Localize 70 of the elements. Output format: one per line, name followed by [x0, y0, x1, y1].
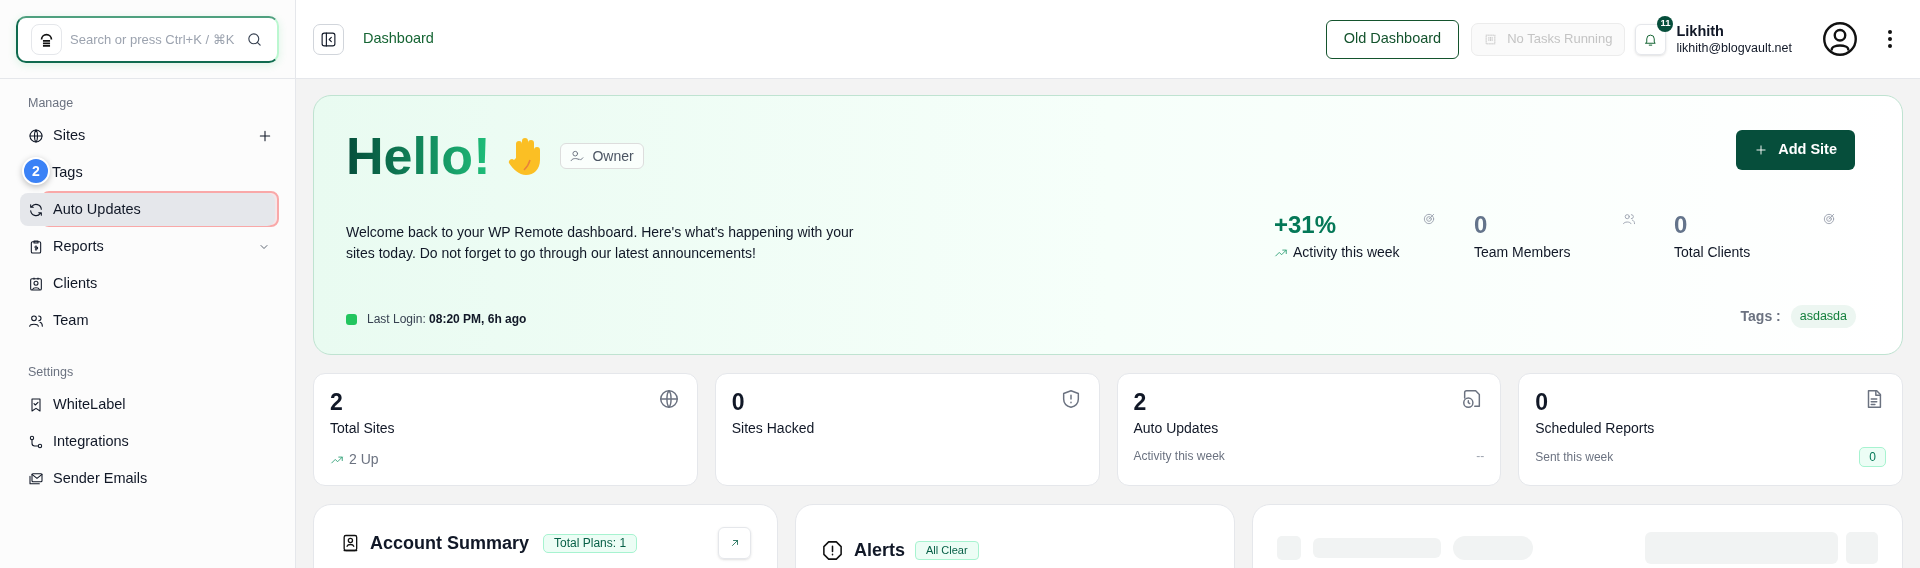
- search-field[interactable]: Search or press Ctrl+K / ⌘K: [16, 16, 279, 63]
- sidebar-item[interactable]: Integrations: [20, 425, 275, 458]
- add-site-button[interactable]: Add Site: [1736, 130, 1855, 170]
- card-value: 2: [330, 388, 343, 416]
- branch-icon: [28, 433, 44, 450]
- id-badge-icon: [28, 275, 44, 292]
- last-login-text: Last Login: 08:20 PM, 6h ago: [367, 311, 527, 328]
- role-badge: Owner: [560, 143, 644, 169]
- plus-icon: [1754, 143, 1769, 157]
- report-icon: [28, 238, 44, 255]
- more-options-button[interactable]: [1886, 29, 1894, 49]
- card-footer: 2 Up: [349, 449, 379, 470]
- user-email: likhith@blogvault.net: [1676, 40, 1792, 56]
- count-badge: 0: [1859, 447, 1886, 467]
- card-footer: Activity this week: [1133, 447, 1225, 465]
- bookmark-check-icon: [28, 396, 44, 413]
- search-icon: [246, 31, 263, 48]
- old-dashboard-button[interactable]: Old Dashboard: [1325, 19, 1460, 59]
- plans-badge: Total Plans: 1: [543, 533, 638, 553]
- card-label: Scheduled Reports: [1535, 419, 1656, 437]
- users-icon: [28, 312, 44, 329]
- section-heading: Settings: [27, 364, 75, 381]
- sidebar-item[interactable]: Auto Updates: [20, 193, 275, 226]
- stat-value: 0: [1474, 210, 1488, 240]
- welcome-message: Welcome back to your WP Remote dashboard. Here's what's happening with your sites today. Do not forget to go through our latest announcements!: [346, 223, 855, 263]
- stat-value: 0: [1674, 210, 1688, 240]
- target-icon: [1822, 212, 1836, 226]
- card-value: 0: [731, 388, 745, 416]
- alert-octagon-icon: [821, 539, 844, 562]
- users-icon: [1622, 212, 1636, 226]
- step-badge: 2: [22, 157, 50, 185]
- card-footer: Sent this week: [1535, 448, 1614, 466]
- notification-count: 11: [1657, 15, 1674, 32]
- sidebar-item[interactable]: Clients: [20, 267, 275, 300]
- card-title: Alerts: [854, 539, 906, 562]
- sidebar-item[interactable]: WhiteLabel: [20, 388, 275, 421]
- sidebar-item[interactable]: Team: [20, 304, 275, 337]
- sidebar-toggle-button[interactable]: [313, 23, 344, 55]
- target-icon: [1422, 212, 1436, 226]
- tags-label: Tags :: [1740, 307, 1781, 326]
- sidebar-panel-icon: [320, 30, 337, 48]
- card-aside: --: [1476, 448, 1485, 465]
- sidebar-item[interactable]: Sites: [20, 119, 275, 152]
- sidebar-item[interactable]: Sender Emails: [20, 462, 275, 495]
- stat-value: +31%: [1274, 210, 1337, 240]
- user-name: Likhith: [1676, 22, 1725, 40]
- globe-icon: [657, 388, 680, 410]
- card-value: 2: [1133, 388, 1147, 416]
- search-input[interactable]: Search or press Ctrl+K / ⌘K: [70, 29, 238, 50]
- card-label: Auto Updates: [1133, 419, 1220, 437]
- mail-stack-icon: [28, 470, 44, 487]
- logo-icon: [31, 24, 62, 55]
- dotted-bars-icon: [1484, 32, 1498, 46]
- refresh-icon: [28, 201, 44, 218]
- sidebar-item[interactable]: Reports: [20, 230, 275, 263]
- tag-chip[interactable]: asdasda: [1790, 305, 1856, 328]
- stat-label: Team Members: [1474, 243, 1571, 262]
- status-badge: All Clear: [915, 541, 979, 560]
- breadcrumb-link[interactable]: Dashboard: [363, 28, 434, 50]
- stat-label: Total Clients: [1674, 243, 1751, 262]
- sidebar-item[interactable]: Tags: [52, 156, 275, 189]
- section-heading: Manage: [27, 95, 75, 112]
- stat-label: Activity this week: [1293, 243, 1400, 262]
- card-value: 0: [1535, 388, 1549, 416]
- card-title: Account Summary: [370, 531, 530, 555]
- card-label: Sites Hacked: [731, 419, 816, 437]
- globe-icon: [28, 127, 44, 144]
- bell-icon: [1643, 31, 1659, 47]
- card-label: Total Sites: [330, 419, 396, 437]
- user-avatar-icon: [1822, 21, 1858, 57]
